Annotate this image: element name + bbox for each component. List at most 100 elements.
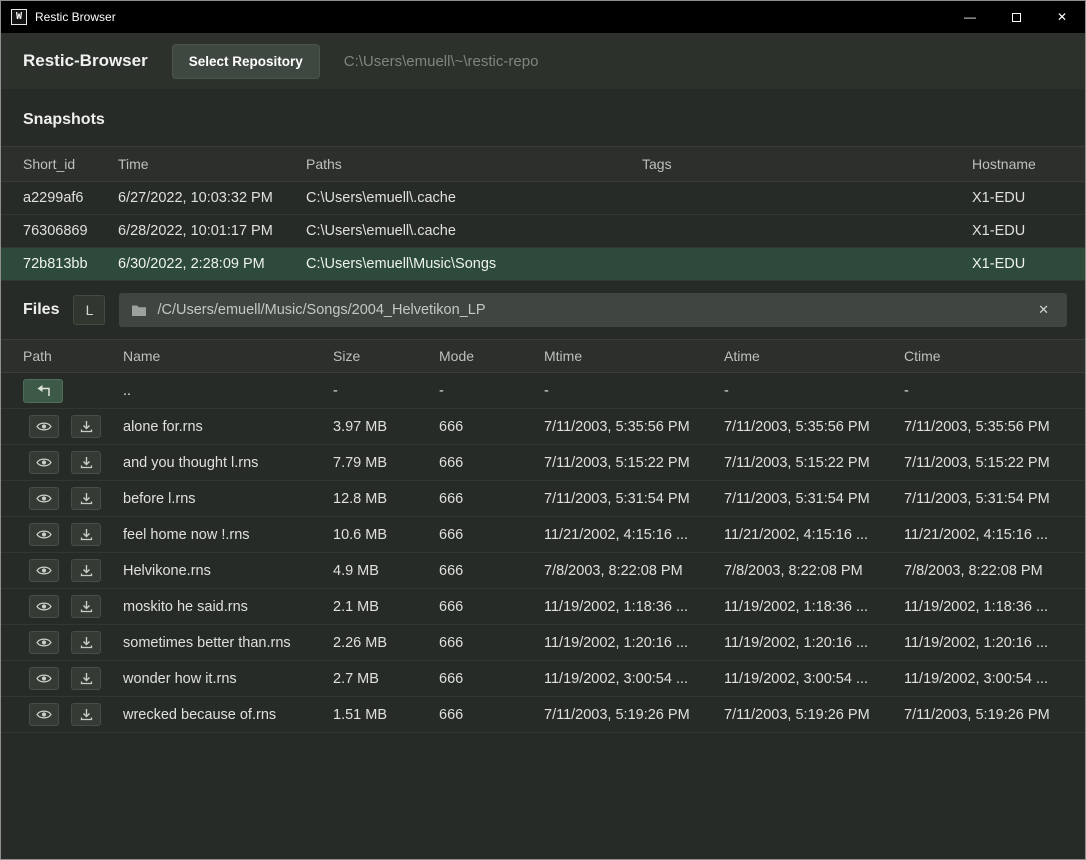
column-header-time: Time bbox=[118, 156, 306, 172]
column-header-path: Path bbox=[23, 348, 123, 364]
file-size: 4.9 MB bbox=[333, 563, 439, 579]
download-icon bbox=[80, 456, 93, 469]
snapshot-row[interactable]: 76306869 6/28/2022, 10:01:17 PM C:\Users… bbox=[1, 215, 1085, 248]
parent-dir-row[interactable]: .. - - - - - bbox=[1, 373, 1085, 409]
file-atime: - bbox=[724, 383, 904, 399]
download-button[interactable] bbox=[71, 631, 101, 654]
file-ctime: 7/8/2003, 8:22:08 PM bbox=[904, 563, 1085, 579]
download-button[interactable] bbox=[71, 523, 101, 546]
file-ctime: 7/11/2003, 5:31:54 PM bbox=[904, 491, 1085, 507]
current-path-bar[interactable]: /C/Users/emuell/Music/Songs/2004_Helveti… bbox=[119, 293, 1067, 327]
file-mode: - bbox=[439, 383, 544, 399]
column-header-mode: Mode bbox=[439, 348, 544, 364]
file-size: - bbox=[333, 383, 439, 399]
snapshot-row[interactable]: a2299af6 6/27/2022, 10:03:32 PM C:\Users… bbox=[1, 182, 1085, 215]
preview-button[interactable] bbox=[29, 703, 59, 726]
select-repository-button[interactable]: Select Repository bbox=[172, 44, 320, 79]
titlebar: W Restic Browser — ✕ bbox=[1, 1, 1085, 33]
eye-icon bbox=[36, 601, 52, 612]
download-button[interactable] bbox=[71, 487, 101, 510]
column-header-name: Name bbox=[123, 348, 333, 364]
file-size: 2.1 MB bbox=[333, 599, 439, 615]
tree-toggle-button[interactable]: L bbox=[73, 295, 105, 325]
download-icon bbox=[80, 636, 93, 649]
file-ctime: 11/19/2002, 3:00:54 ... bbox=[904, 671, 1085, 687]
file-row[interactable]: wonder how it.rns 2.7 MB 666 11/19/2002,… bbox=[1, 661, 1085, 697]
minimize-icon: — bbox=[964, 10, 976, 24]
file-row[interactable]: sometimes better than.rns 2.26 MB 666 11… bbox=[1, 625, 1085, 661]
file-row[interactable]: and you thought l.rns 7.79 MB 666 7/11/2… bbox=[1, 445, 1085, 481]
maximize-button[interactable] bbox=[993, 1, 1039, 33]
snapshot-row-selected[interactable]: 72b813bb 6/30/2022, 2:28:09 PM C:\Users\… bbox=[1, 248, 1085, 281]
go-up-button[interactable] bbox=[23, 379, 63, 403]
folder-icon bbox=[131, 304, 147, 317]
file-row[interactable]: feel home now !.rns 10.6 MB 666 11/21/20… bbox=[1, 517, 1085, 553]
close-icon: ✕ bbox=[1057, 10, 1067, 24]
preview-button[interactable] bbox=[29, 631, 59, 654]
file-name: Helvikone.rns bbox=[123, 563, 333, 579]
file-size: 10.6 MB bbox=[333, 527, 439, 543]
download-icon bbox=[80, 672, 93, 685]
eye-icon bbox=[36, 565, 52, 576]
file-row[interactable]: moskito he said.rns 2.1 MB 666 11/19/200… bbox=[1, 589, 1085, 625]
preview-button[interactable] bbox=[29, 559, 59, 582]
snapshot-paths: C:\Users\emuell\.cache bbox=[306, 190, 642, 206]
eye-icon bbox=[36, 493, 52, 504]
preview-button[interactable] bbox=[29, 595, 59, 618]
file-mode: 666 bbox=[439, 419, 544, 435]
file-name: moskito he said.rns bbox=[123, 599, 333, 615]
file-mode: 666 bbox=[439, 527, 544, 543]
file-size: 2.7 MB bbox=[333, 671, 439, 687]
close-button[interactable]: ✕ bbox=[1039, 1, 1085, 33]
file-mode: 666 bbox=[439, 707, 544, 723]
minimize-button[interactable]: — bbox=[947, 1, 993, 33]
column-header-ctime: Ctime bbox=[904, 348, 1085, 364]
download-button[interactable] bbox=[71, 595, 101, 618]
download-button[interactable] bbox=[71, 451, 101, 474]
file-mtime: 11/21/2002, 4:15:16 ... bbox=[544, 527, 724, 543]
file-name: before l.rns bbox=[123, 491, 333, 507]
app-window: W Restic Browser — ✕ Restic-Browser Sele… bbox=[0, 0, 1086, 860]
snapshot-hostname: X1-EDU bbox=[972, 190, 1085, 206]
download-button[interactable] bbox=[71, 415, 101, 438]
snapshot-paths: C:\Users\emuell\Music\Songs bbox=[306, 256, 642, 272]
column-header-short-id: Short_id bbox=[23, 156, 118, 172]
snapshot-short-id: 72b813bb bbox=[23, 256, 118, 272]
window-controls: — ✕ bbox=[947, 1, 1085, 33]
preview-button[interactable] bbox=[29, 667, 59, 690]
download-button[interactable] bbox=[71, 559, 101, 582]
file-actions bbox=[23, 415, 123, 438]
file-mtime: 7/11/2003, 5:15:22 PM bbox=[544, 455, 724, 471]
eye-icon bbox=[36, 673, 52, 684]
file-atime: 11/19/2002, 1:20:16 ... bbox=[724, 635, 904, 651]
preview-button[interactable] bbox=[29, 487, 59, 510]
file-mode: 666 bbox=[439, 491, 544, 507]
clear-path-button[interactable]: ✕ bbox=[1032, 298, 1055, 322]
file-row[interactable]: wrecked because of.rns 1.51 MB 666 7/11/… bbox=[1, 697, 1085, 733]
file-mtime: 11/19/2002, 1:20:16 ... bbox=[544, 635, 724, 651]
file-atime: 7/8/2003, 8:22:08 PM bbox=[724, 563, 904, 579]
download-icon bbox=[80, 528, 93, 541]
current-path-text: /C/Users/emuell/Music/Songs/2004_Helveti… bbox=[157, 302, 485, 318]
eye-icon bbox=[36, 637, 52, 648]
download-button[interactable] bbox=[71, 703, 101, 726]
preview-button[interactable] bbox=[29, 415, 59, 438]
file-name: wonder how it.rns bbox=[123, 671, 333, 687]
column-header-hostname: Hostname bbox=[972, 156, 1085, 172]
preview-button[interactable] bbox=[29, 451, 59, 474]
parent-dir-icon bbox=[35, 385, 51, 397]
file-actions bbox=[23, 667, 123, 690]
file-name: feel home now !.rns bbox=[123, 527, 333, 543]
file-mtime: 7/11/2003, 5:31:54 PM bbox=[544, 491, 724, 507]
download-button[interactable] bbox=[71, 667, 101, 690]
column-header-atime: Atime bbox=[724, 348, 904, 364]
files-bar: Files L /C/Users/emuell/Music/Songs/2004… bbox=[1, 281, 1085, 339]
file-row[interactable]: before l.rns 12.8 MB 666 7/11/2003, 5:31… bbox=[1, 481, 1085, 517]
file-actions bbox=[23, 487, 123, 510]
file-row[interactable]: Helvikone.rns 4.9 MB 666 7/8/2003, 8:22:… bbox=[1, 553, 1085, 589]
file-mtime: 7/11/2003, 5:19:26 PM bbox=[544, 707, 724, 723]
file-row[interactable]: alone for.rns 3.97 MB 666 7/11/2003, 5:3… bbox=[1, 409, 1085, 445]
preview-button[interactable] bbox=[29, 523, 59, 546]
file-ctime: 11/19/2002, 1:18:36 ... bbox=[904, 599, 1085, 615]
download-icon bbox=[80, 564, 93, 577]
